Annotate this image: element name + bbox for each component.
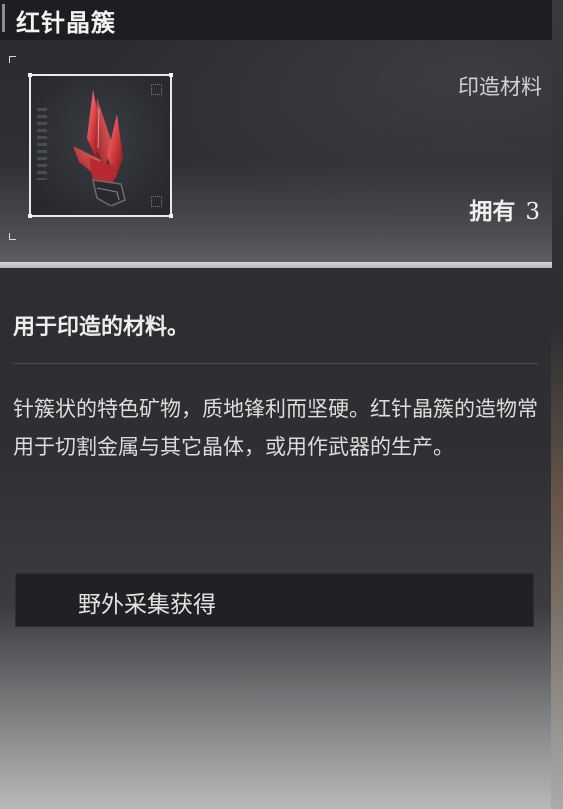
item-category: 印造材料 — [458, 75, 542, 99]
frame-glyph-icon — [151, 84, 162, 95]
owned-count: 3 — [525, 199, 540, 225]
item-icon-frame[interactable] — [28, 73, 173, 218]
owned-label: 拥有 — [469, 199, 516, 225]
owned-quantity: 拥有 3 — [469, 192, 540, 226]
header-divider — [0, 262, 552, 268]
frame-corner-dot — [28, 214, 32, 218]
acquisition-source-button[interactable]: 野外采集获得 — [15, 573, 534, 627]
frame-corner-dot — [169, 214, 173, 218]
frame-corner-dot — [169, 73, 173, 77]
background-edge — [551, 0, 563, 809]
item-title: 红针晶簇 — [16, 9, 116, 37]
title-bar: 红针晶簇 — [0, 0, 552, 40]
corner-bracket-icon — [9, 56, 16, 63]
item-detail-panel: 红针晶簇 印造材料 拥有 3 用于印造的材料。 针簇状的特色矿物，质地锋利而坚硬… — [0, 0, 563, 809]
frame-corner-dot — [28, 73, 32, 77]
red-crystal-cluster-icon — [73, 90, 126, 206]
item-description: 针簇状的特色矿物，质地锋利而坚硬。红针晶簇的造物常用于切割金属与其它晶体，或用作… — [13, 397, 538, 459]
frame-glyph-icon — [151, 196, 162, 207]
title-accent-mark — [2, 4, 5, 32]
section-divider — [13, 363, 538, 364]
item-summary: 用于印造的材料。 — [13, 315, 190, 340]
acquisition-source-label: 野外采集获得 — [78, 592, 216, 618]
decorative-stamp-icon — [37, 108, 47, 180]
corner-bracket-icon — [9, 233, 16, 240]
